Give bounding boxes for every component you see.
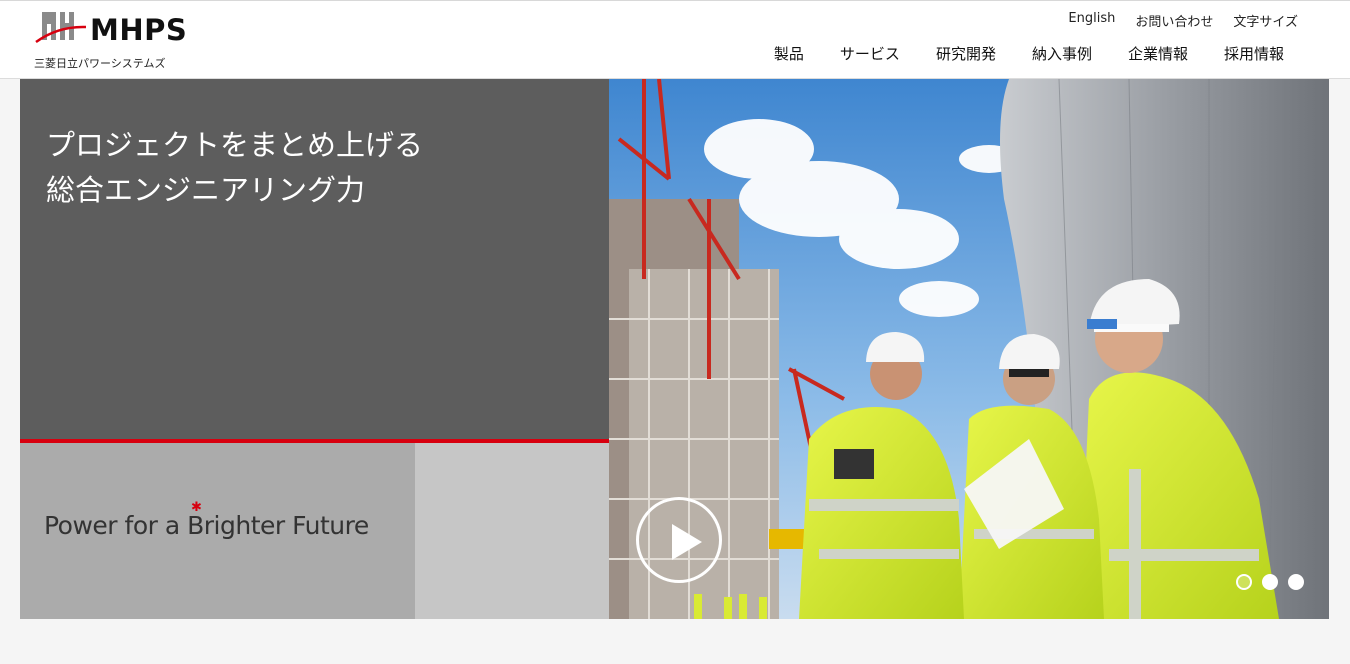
- utility-link-font-size[interactable]: 文字サイズ: [1233, 11, 1298, 30]
- nav-item-careers[interactable]: 採用情報: [1224, 43, 1284, 64]
- tagline-star-icon: ✱: [191, 500, 202, 515]
- nav-item-case-studies[interactable]: 納入事例: [1032, 43, 1092, 64]
- nav-item-rnd[interactable]: 研究開発: [936, 43, 996, 64]
- hero-headline-line2: 総合エンジニアリング力: [46, 173, 366, 207]
- site-logo[interactable]: MHPS 三菱日立パワーシステムズ: [34, 10, 204, 72]
- main-nav: 製品 サービス 研究開発 納入事例 企業情報 採用情報: [774, 43, 1284, 64]
- site-header: MHPS 三菱日立パワーシステムズ English お問い合わせ 文字サイズ 製…: [0, 1, 1350, 79]
- nav-item-company[interactable]: 企業情報: [1128, 43, 1188, 64]
- hero-photo-engineers: [609, 79, 1329, 619]
- hero-light-panel: [415, 443, 609, 619]
- brand-subtitle: 三菱日立パワーシステムズ: [34, 57, 166, 70]
- page-footer-area: [0, 619, 1350, 664]
- brand-tagline: Power for a Brighter Future: [44, 511, 369, 540]
- slide-dot-2[interactable]: [1262, 574, 1278, 590]
- play-video-button[interactable]: [636, 497, 722, 583]
- nav-item-products[interactable]: 製品: [774, 43, 804, 64]
- nav-item-services[interactable]: サービス: [840, 43, 900, 64]
- hero-text-panel: プロジェクトをまとめ上げる 総合エンジニアリング力: [20, 79, 609, 439]
- utility-nav: English お問い合わせ 文字サイズ: [1068, 11, 1298, 30]
- tagline-panel: Power for a Brighter Future ✱: [20, 443, 415, 619]
- hero-headline-line1: プロジェクトをまとめ上げる: [46, 128, 424, 162]
- hero-slider: プロジェクトをまとめ上げる 総合エンジニアリング力 Power for a Br…: [20, 79, 1329, 619]
- hero-headline: プロジェクトをまとめ上げる 総合エンジニアリング力: [46, 123, 423, 213]
- slider-pagination: [1236, 574, 1304, 590]
- slide-dot-1[interactable]: [1236, 574, 1252, 590]
- play-icon: [672, 524, 702, 560]
- slide-dot-3[interactable]: [1288, 574, 1304, 590]
- utility-link-english[interactable]: English: [1068, 11, 1115, 30]
- mhps-logo-mark-icon: [35, 12, 86, 44]
- utility-link-contact[interactable]: お問い合わせ: [1135, 11, 1213, 30]
- brand-name: MHPS: [90, 13, 188, 47]
